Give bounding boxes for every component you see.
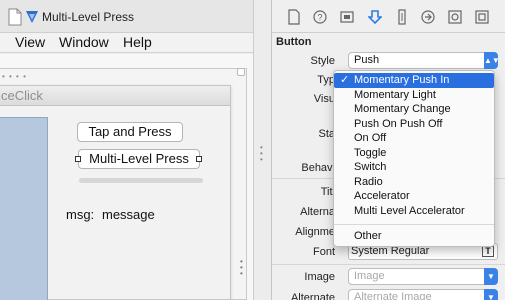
tap-and-press-button[interactable]: Tap and Press — [77, 122, 183, 142]
effects-icon[interactable] — [475, 9, 489, 25]
font-picker-icon[interactable]: T — [482, 246, 494, 257]
message-value: message — [102, 207, 155, 222]
alternate-image-combo[interactable]: Alternate Image ▼ — [348, 289, 498, 300]
selected-view-region[interactable] — [0, 117, 48, 300]
connections-icon[interactable] — [421, 9, 435, 25]
style-value: Push — [354, 54, 380, 66]
identity-icon[interactable] — [340, 9, 354, 25]
size-icon[interactable] — [395, 9, 409, 25]
behavior-label: Behavi — [301, 162, 335, 174]
multi-level-press-button[interactable]: Multi-Level Press — [78, 149, 200, 169]
menu-bar: View Window Help — [0, 33, 271, 53]
view-controller-titlebar: ceClick — [0, 86, 230, 106]
menu-item-momentary-light[interactable]: Momentary Light — [334, 88, 494, 103]
image-label: Image — [304, 271, 335, 283]
section-title: Button — [276, 36, 312, 48]
menu-item-multi-level-accelerator[interactable]: Multi Level Accelerator — [334, 204, 494, 219]
checkmark-icon: ✓ — [340, 74, 350, 86]
menu-separator — [334, 224, 494, 225]
view-controller-window[interactable]: ceClick — [0, 85, 231, 300]
window-title: Multi-Level Press — [42, 10, 135, 24]
menu-item-push-on-push-off[interactable]: Push On Push Off — [334, 117, 494, 132]
menu-item-label: Momentary Push In — [354, 74, 450, 86]
visual-label: Visu — [313, 93, 335, 105]
alternate-label: Alterna — [300, 206, 335, 218]
file-icon[interactable] — [287, 9, 301, 25]
selection-handle-left[interactable] — [75, 156, 81, 162]
inspector-tab-bar: ? — [272, 0, 505, 33]
style-label: Style — [310, 55, 335, 67]
menu-item-accelerator[interactable]: Accelerator — [334, 189, 494, 204]
type-popup-menu: ✓ Momentary Push In Momentary Light Mome… — [333, 70, 495, 247]
alternate-image-placeholder: Alternate Image — [354, 291, 432, 300]
alignment-label: Alignme — [295, 226, 335, 238]
scene-handle-dots: • • • • — [2, 72, 27, 81]
help-icon[interactable]: ? — [313, 9, 327, 25]
chevron-down-icon: ▼ — [484, 289, 498, 300]
menu-item-toggle[interactable]: Toggle — [334, 146, 494, 161]
image-placeholder: Image — [354, 270, 385, 282]
image-combo[interactable]: Image ▼ — [348, 268, 498, 285]
view-controller-title: ceClick — [1, 88, 43, 103]
menu-item-radio[interactable]: Radio — [334, 175, 494, 190]
style-popup[interactable]: Push ▲▼ — [348, 52, 500, 69]
font-label: Font — [312, 246, 335, 258]
selection-handle-right[interactable] — [196, 156, 202, 162]
bindings-icon[interactable] — [448, 9, 462, 25]
chevron-updown-icon: ▲▼ — [484, 52, 500, 69]
scene-resize-handle[interactable] — [237, 68, 245, 76]
divider-grip-icon: • • • — [260, 143, 263, 164]
storyboard-canvas[interactable]: • • • • ceClick Tap and Press Multi-Leve… — [0, 54, 253, 300]
document-titlebar: Multi-Level Press — [0, 0, 271, 33]
resize-grip-icon[interactable]: • • • — [240, 258, 244, 278]
document-icon — [8, 8, 22, 26]
menu-window[interactable]: Window — [59, 34, 109, 50]
pressure-progress-bar — [79, 178, 203, 183]
menu-item-other[interactable]: Other — [334, 229, 494, 244]
split-divider[interactable]: • • • — [253, 0, 271, 300]
chevron-down-icon: ▼ — [484, 268, 498, 285]
xcode-app-icon — [26, 11, 38, 23]
menu-item-on-off[interactable]: On Off — [334, 131, 494, 146]
menu-help[interactable]: Help — [123, 34, 152, 50]
alternate-image-label: Alternate — [290, 292, 335, 300]
svg-text:?: ? — [317, 13, 322, 23]
menu-item-momentary-push-in[interactable]: ✓ Momentary Push In — [334, 73, 494, 88]
attributes-icon[interactable] — [368, 9, 382, 25]
msg-label: msg: — [66, 207, 95, 222]
divider-line — [272, 264, 505, 265]
menu-item-switch[interactable]: Switch — [334, 160, 494, 175]
menu-item-momentary-change[interactable]: Momentary Change — [334, 102, 494, 117]
menu-view[interactable]: View — [15, 34, 45, 50]
